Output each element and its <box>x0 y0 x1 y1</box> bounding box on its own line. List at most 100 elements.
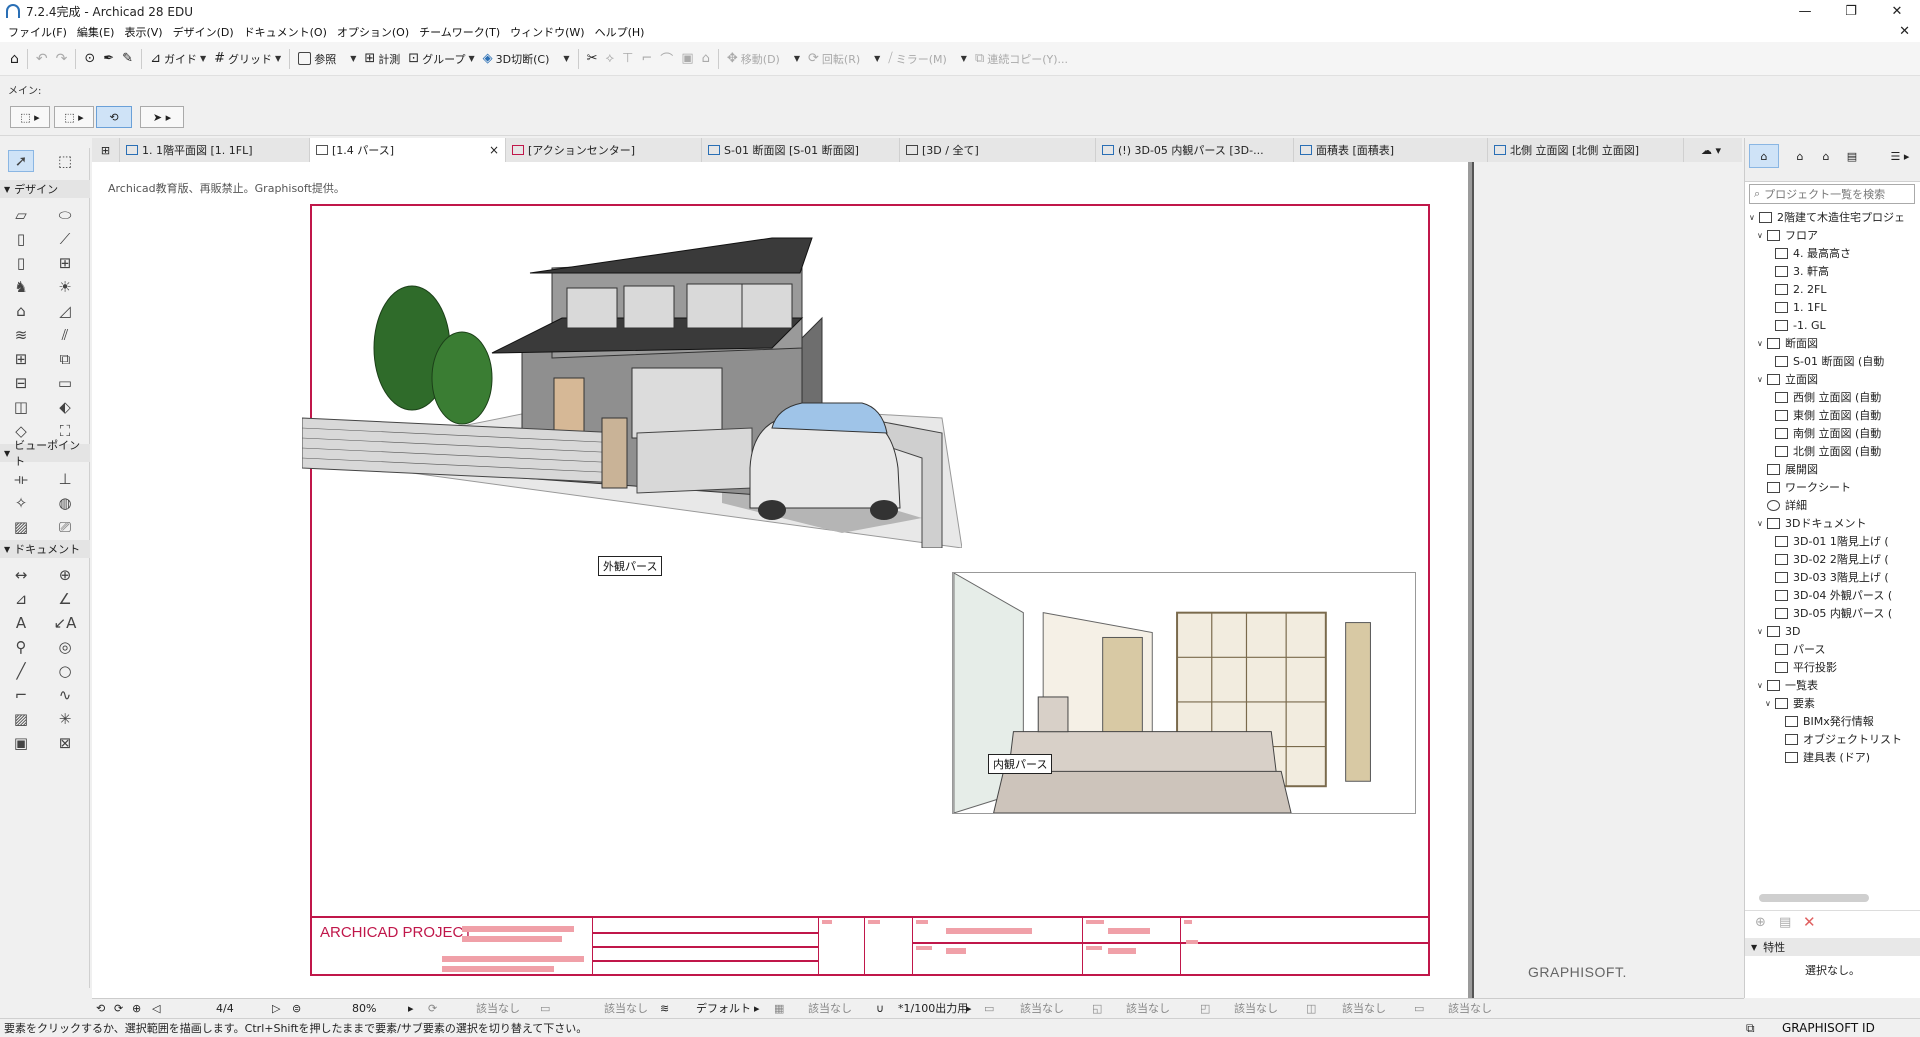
menu-design[interactable]: デザイン(D) <box>171 24 242 40</box>
exterior-perspective-drawing[interactable] <box>302 218 962 548</box>
tree-item-section[interactable]: S-01 断面図 (自動 <box>1775 352 1884 370</box>
tree-item-elevation[interactable]: 北側 立面図 (自動 <box>1775 442 1881 460</box>
3d-cutaway-button[interactable]: ◈ 3D切断(C) ▼ <box>479 47 574 71</box>
interior-drawing-label[interactable]: 内観パース <box>988 754 1053 774</box>
menu-teamwork[interactable]: チームワーク(T) <box>417 24 508 40</box>
tree-item-sections[interactable]: ∨ 断面図 <box>1757 334 1818 352</box>
new-view-button[interactable]: ⊕ <box>1755 915 1766 930</box>
section-tool[interactable]: ⟛ <box>8 468 34 490</box>
undo-zoom-button[interactable]: ⟲ <box>96 999 105 1017</box>
pen-set-value[interactable]: 該当なし <box>808 999 852 1017</box>
tree-item-schedule[interactable]: 建具表 (ドア) <box>1785 748 1870 766</box>
scale-value[interactable]: *1/100出力用 <box>898 999 968 1017</box>
intersect-button[interactable]: ⊤ <box>618 47 637 71</box>
orientation-icon-button[interactable]: ⟳ <box>428 999 437 1017</box>
change-tool[interactable]: ◎ <box>52 636 78 658</box>
level-dimension-tool[interactable]: ⊿ <box>8 588 34 610</box>
line-tool[interactable]: ╱ <box>8 660 34 682</box>
pointer-options-button[interactable]: ➤ ▸ <box>140 106 184 128</box>
tab-area-schedule[interactable]: 面積表 [面積表] <box>1294 138 1488 162</box>
mesh-tool[interactable]: ⧉ <box>52 348 78 370</box>
marquee-tool[interactable]: ⬚ <box>52 150 78 172</box>
scrollbar-thumb[interactable] <box>1759 894 1869 902</box>
model-view-icon[interactable]: ∪ <box>876 999 884 1017</box>
stair-tool[interactable]: ≋ <box>8 324 34 346</box>
fillet-button[interactable]: ⌐ <box>637 47 656 71</box>
camera-tool[interactable]: ⎚ <box>52 516 78 538</box>
view-filter-value[interactable]: 該当なし <box>1448 999 1492 1017</box>
exterior-drawing-label[interactable]: 外観パース <box>598 556 663 576</box>
arc-tool[interactable]: ○ <box>52 660 78 682</box>
layer-dropdown[interactable]: ▸ <box>754 999 760 1017</box>
opening-tool[interactable]: ⬖ <box>52 396 78 418</box>
tree-item-3d[interactable]: ∨ 3D <box>1757 622 1800 640</box>
skylight-tool[interactable]: ⊟ <box>8 372 34 394</box>
morph-tool[interactable]: ◫ <box>8 396 34 418</box>
tree-item-3d-document[interactable]: 3D-02 2階見上げ ( <box>1775 550 1889 568</box>
fill-tool[interactable]: ⚲ <box>8 636 34 658</box>
menu-view[interactable]: 表示(V) <box>122 24 170 40</box>
orientation-value[interactable]: 該当なし <box>476 999 520 1017</box>
dimension-standard-icon[interactable]: ◫ <box>1306 999 1316 1017</box>
tree-item-floor[interactable]: 4. 最高高さ <box>1775 244 1851 262</box>
interior-elevation-tool[interactable]: ✧ <box>8 492 34 514</box>
tree-item-perspective[interactable]: パース <box>1775 640 1825 658</box>
next-page-button[interactable]: ▷ <box>272 999 280 1017</box>
navigator-menu-button[interactable]: ☰ ▸ <box>1885 144 1915 168</box>
minimize-button[interactable]: — <box>1782 0 1828 22</box>
zoom-level[interactable]: 80% <box>352 999 376 1017</box>
tab-north-elevation[interactable]: 北側 立面図 [北側 立面図] <box>1488 138 1684 162</box>
rotate-button[interactable]: ⟳ 回転(R) ▼ <box>804 47 884 71</box>
menu-edit[interactable]: 編集(E) <box>75 24 123 40</box>
adjust-button[interactable]: ⟡ <box>601 47 618 71</box>
rotated-marquee-button[interactable]: ⟲ <box>96 106 132 128</box>
layer-icon-button[interactable]: ≋ <box>660 999 669 1017</box>
layout-canvas[interactable]: Archicad教育版、再販禁止。Graphisoft提供。 外観パース 内観パ… <box>92 162 1474 998</box>
zone-tool[interactable]: ▭ <box>52 372 78 394</box>
structure-display-icon[interactable]: ◰ <box>1200 999 1210 1017</box>
toolbox-section-document[interactable]: ▼ ドキュメント <box>0 540 90 558</box>
redo-button[interactable]: ↷ <box>52 47 72 71</box>
object-tool[interactable]: ♞ <box>8 276 34 298</box>
layout-sheet[interactable]: 外観パース 内観パース ARCHICAD PROJECT <box>302 204 1430 976</box>
tab-close-icon[interactable]: × <box>489 143 499 157</box>
tree-item-3d-document[interactable]: 3D-01 1階見上げ ( <box>1775 532 1889 550</box>
multiply-button[interactable]: ⧉ 連続コピー(Y)... <box>971 47 1072 71</box>
tree-item-worksheets[interactable]: ワークシート <box>1767 478 1851 496</box>
inject-button[interactable]: ✎ <box>118 47 137 71</box>
tree-item-3d-documents[interactable]: ∨ 3Dドキュメント <box>1757 514 1866 532</box>
toolbox-section-viewpoint[interactable]: ▼ ビューポイント <box>0 439 90 468</box>
zoom-icon-button[interactable]: ⊜ <box>292 999 301 1017</box>
tree-item-elevation[interactable]: 西側 立面図 (自動 <box>1775 388 1881 406</box>
wall-tool[interactable]: ▱ <box>8 204 34 226</box>
renovation-filter-icon[interactable]: ◱ <box>1092 999 1102 1017</box>
maximize-button[interactable]: ❐ <box>1828 0 1874 22</box>
tree-item-interior-elevations[interactable]: 展開図 <box>1767 460 1818 478</box>
window-tool[interactable]: ⊞ <box>52 252 78 274</box>
tree-item-axonometry[interactable]: 平行投影 <box>1775 658 1837 676</box>
tab-list-dropdown[interactable]: ☁ ▾ <box>1684 138 1738 162</box>
tree-item-3d-document[interactable]: 3D-05 内観パース ( <box>1775 604 1892 622</box>
zoom-dropdown[interactable]: ▸ <box>408 999 414 1017</box>
menu-window[interactable]: ウィンドウ(W) <box>508 24 592 40</box>
curtain-wall-tool[interactable]: ⊞ <box>8 348 34 370</box>
tab-action-center[interactable]: [アクションセンター] <box>506 138 702 162</box>
radial-dimension-tool[interactable]: ⊕ <box>52 564 78 586</box>
group-button[interactable]: ⊡ グループ ▼ <box>404 47 478 71</box>
menu-options[interactable]: オプション(O) <box>335 24 417 40</box>
tree-item-elevation[interactable]: 南側 立面図 (自動 <box>1775 424 1881 442</box>
delete-button[interactable]: ✕ <box>1803 913 1816 931</box>
project-map-tab[interactable]: ⌂ <box>1749 144 1779 168</box>
door-tool[interactable]: ▯ <box>8 252 34 274</box>
lamp-tool[interactable]: ☀ <box>52 276 78 298</box>
worksheet-tool[interactable]: ▨ <box>8 516 34 538</box>
tree-item-schedule[interactable]: BIMx発行情報 <box>1785 712 1874 730</box>
measure-button[interactable]: ⊞ 計測 <box>360 47 404 71</box>
shell-tool[interactable]: ◿ <box>52 300 78 322</box>
tree-item-3d-document[interactable]: 3D-03 3階見上げ ( <box>1775 568 1889 586</box>
tab-perspective-layout[interactable]: [1.4 パース] × <box>310 138 506 162</box>
menu-document[interactable]: ドキュメント(O) <box>242 24 335 40</box>
graphisoft-id-button[interactable]: GRAPHISOFT ID <box>1782 1021 1875 1035</box>
project-map-search-input[interactable]: ⌕ プロジェクト一覧を検索 <box>1749 184 1915 204</box>
beam-tool[interactable]: ⟋ <box>52 228 78 250</box>
